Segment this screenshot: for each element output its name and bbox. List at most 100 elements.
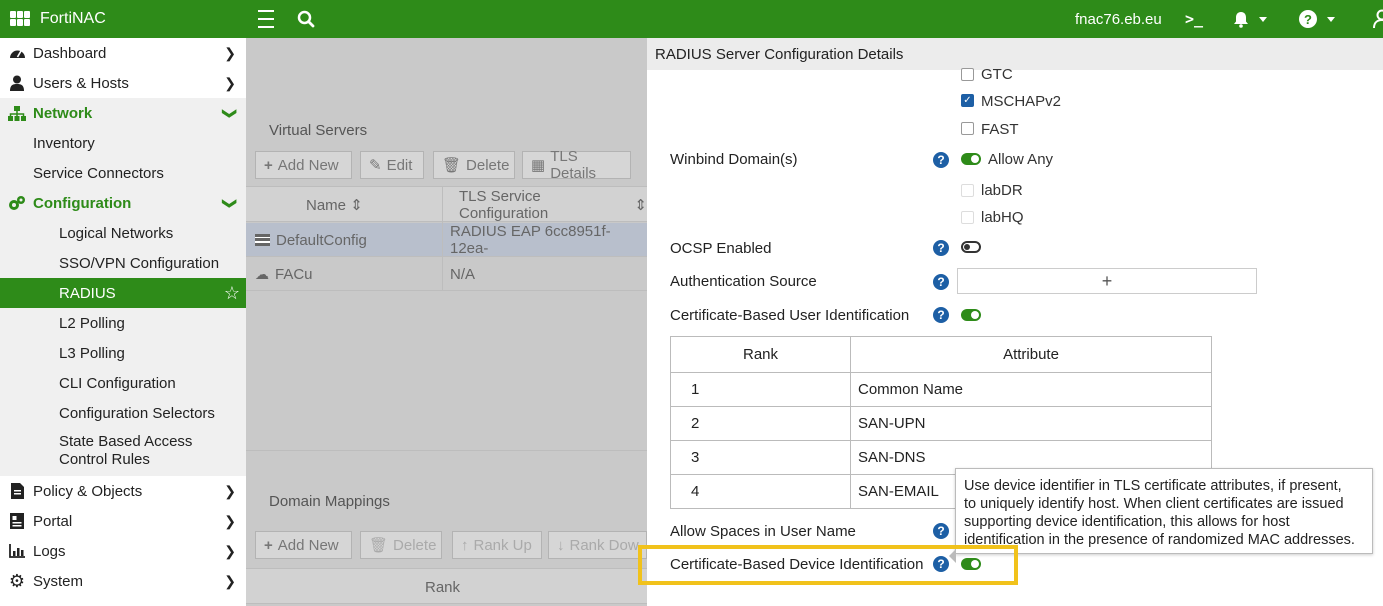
cell-name: FACu (275, 265, 313, 283)
brand[interactable]: FortiNAC (10, 0, 106, 38)
table-row[interactable]: DefaultConfig RADIUS EAP 6cc8951f-12ea- (246, 223, 647, 257)
sidebar-item-cli-configuration[interactable]: CLI Configuration (0, 368, 246, 398)
button-label: Delete (466, 156, 510, 174)
add-new-button[interactable]: + Add New (255, 151, 352, 179)
sidebar-item-logical-networks[interactable]: Logical Networks (0, 218, 246, 248)
chevron-down-icon (1327, 16, 1335, 22)
button-label: TLS Details (550, 148, 597, 182)
sidebar-item-inventory[interactable]: Inventory (0, 128, 246, 158)
panel-title: RADIUS Server Configuration Details (647, 38, 1383, 70)
chevron-down-icon (1259, 16, 1267, 22)
sidebar-item-configuration-selectors[interactable]: Configuration Selectors (0, 398, 246, 428)
sidebar-item-sso-vpn[interactable]: SSO/VPN Configuration (0, 248, 246, 278)
user-menu-button[interactable] (1372, 0, 1383, 38)
sidebar-item-label: System (33, 572, 84, 590)
plus-icon: + (1101, 270, 1113, 291)
sidebar-item-radius[interactable]: RADIUS ☆ (0, 278, 246, 308)
delete-button[interactable]: 🗑 Delete (433, 151, 515, 179)
help-icon[interactable]: ? (933, 152, 949, 168)
sidebar-item-users-hosts[interactable]: Users & Hosts ❯ (0, 68, 246, 98)
cert-user-toggle[interactable] (961, 309, 981, 321)
sidebar-item-system[interactable]: ⚙ System ❯ (0, 566, 246, 596)
help-icon[interactable]: ? (933, 274, 949, 290)
column-header-tls[interactable]: TLS Service Configuration ⇕ (459, 187, 647, 223)
table-row[interactable]: ☁ FACu N/A (246, 257, 647, 291)
sidebar-item-label: Service Connectors (33, 164, 164, 182)
search-button[interactable] (297, 0, 315, 38)
trash-icon: 🗑 (369, 537, 389, 554)
labhq-checkbox[interactable] (961, 211, 974, 224)
sidebar-item-logs[interactable]: Logs ❯ (0, 536, 246, 566)
star-icon[interactable]: ☆ (224, 283, 240, 304)
help-icon[interactable]: ? (933, 307, 949, 323)
gear-icon: ⚙ (8, 570, 26, 591)
tls-details-button[interactable]: ▦ TLS Details (522, 148, 631, 182)
hostname: fnac76.eb.eu (1075, 10, 1162, 28)
terminal-icon: >_ (1185, 10, 1204, 28)
arrow-up-icon: ↑ (461, 536, 469, 554)
sidebar-item-l2-polling[interactable]: L2 Polling (0, 308, 246, 338)
labdr-checkbox[interactable] (961, 184, 974, 197)
gtc-checkbox[interactable] (961, 68, 974, 81)
allow-any-toggle[interactable] (961, 153, 981, 165)
help-menu-button[interactable]: ? (1299, 0, 1335, 38)
add-auth-source-button[interactable]: + (957, 268, 1257, 294)
sidebar-item-policy-objects[interactable]: Policy & Objects ❯ (0, 476, 246, 506)
column-header-rank[interactable]: Rank (425, 569, 460, 605)
plus-icon: + (264, 156, 273, 174)
tooltip-line: supporting device identification, this a… (964, 514, 1290, 530)
app-grid-icon (10, 11, 30, 27)
help-icon[interactable]: ? (933, 240, 949, 256)
sidebar-item-label: Control Rules (59, 451, 150, 468)
sidebar-item-l3-polling[interactable]: L3 Polling (0, 338, 246, 368)
sidebar-item-state-based-access[interactable]: State Based Access Control Rules (0, 428, 246, 476)
sidebar-item-label: SSO/VPN Configuration (59, 254, 220, 272)
fast-checkbox[interactable] (961, 122, 974, 135)
allow-any-label: Allow Any (988, 151, 1054, 168)
hamburger-icon (258, 7, 274, 31)
cell-name: DefaultConfig (276, 231, 367, 249)
edit-button[interactable]: ✎ Edit (360, 151, 424, 179)
notifications-button[interactable] (1233, 0, 1267, 38)
sidebar-item-configuration[interactable]: Configuration ❯ (0, 188, 246, 218)
gtc-label: GTC (981, 66, 1013, 83)
rank-down-button[interactable]: ↓ Rank Dow (548, 531, 647, 559)
cell-rank: 4 (670, 474, 851, 509)
main-content: Virtual Servers + Add New ✎ Edit 🗑 Delete ▦… (246, 38, 647, 606)
ocsp-toggle[interactable] (961, 241, 981, 253)
bell-icon (1234, 11, 1248, 28)
sidebar-item-label: Logs (33, 542, 66, 560)
sidebar-item-network[interactable]: Network ❯ (0, 98, 246, 128)
chevron-right-icon: ❯ (224, 74, 236, 91)
mschapv2-checkbox[interactable]: ✓ (961, 94, 974, 107)
allow-spaces-label: Allow Spaces in User Name (670, 523, 856, 540)
cogs-icon (8, 194, 26, 212)
tooltip-line: to uniquely identify host. When client c… (964, 496, 1344, 512)
network-icon (8, 104, 26, 122)
rank-up-button[interactable]: ↑ Rank Up (452, 531, 542, 559)
sidebar-item-portal[interactable]: Portal ❯ (0, 506, 246, 536)
cert-device-tooltip: Use device identifier in TLS certificate… (949, 468, 1373, 563)
sidebar-item-label: L3 Polling (59, 344, 125, 362)
menu-toggle-button[interactable] (258, 0, 276, 38)
chevron-right-icon: ❯ (224, 44, 236, 61)
cli-button[interactable]: >_ (1185, 0, 1203, 38)
virtual-servers-title: Virtual Servers (269, 122, 368, 139)
dashboard-icon (8, 44, 26, 62)
sidebar-item-label: Configuration (33, 194, 132, 212)
table-row[interactable]: 1 Common Name (670, 372, 1212, 407)
cell-tls: N/A (450, 265, 476, 283)
column-header-name[interactable]: Name ⇕ (306, 187, 363, 223)
delete-mapping-button[interactable]: 🗑 Delete (360, 531, 442, 559)
help-icon: ? (1299, 10, 1317, 28)
table-row[interactable]: 2 SAN-UPN (670, 406, 1212, 441)
user-icon (8, 74, 26, 92)
help-icon[interactable]: ? (933, 523, 949, 539)
sidebar-item-dashboard[interactable]: Dashboard ❯ (0, 38, 246, 68)
button-label: Edit (386, 156, 413, 174)
chevron-right-icon: ❯ (224, 512, 236, 529)
sidebar-item-label: Policy & Objects (33, 482, 143, 500)
add-mapping-button[interactable]: + Add New (255, 531, 352, 559)
sidebar-item-service-connectors[interactable]: Service Connectors (0, 158, 246, 188)
tooltip-line: identification in the presence of random… (964, 532, 1355, 548)
